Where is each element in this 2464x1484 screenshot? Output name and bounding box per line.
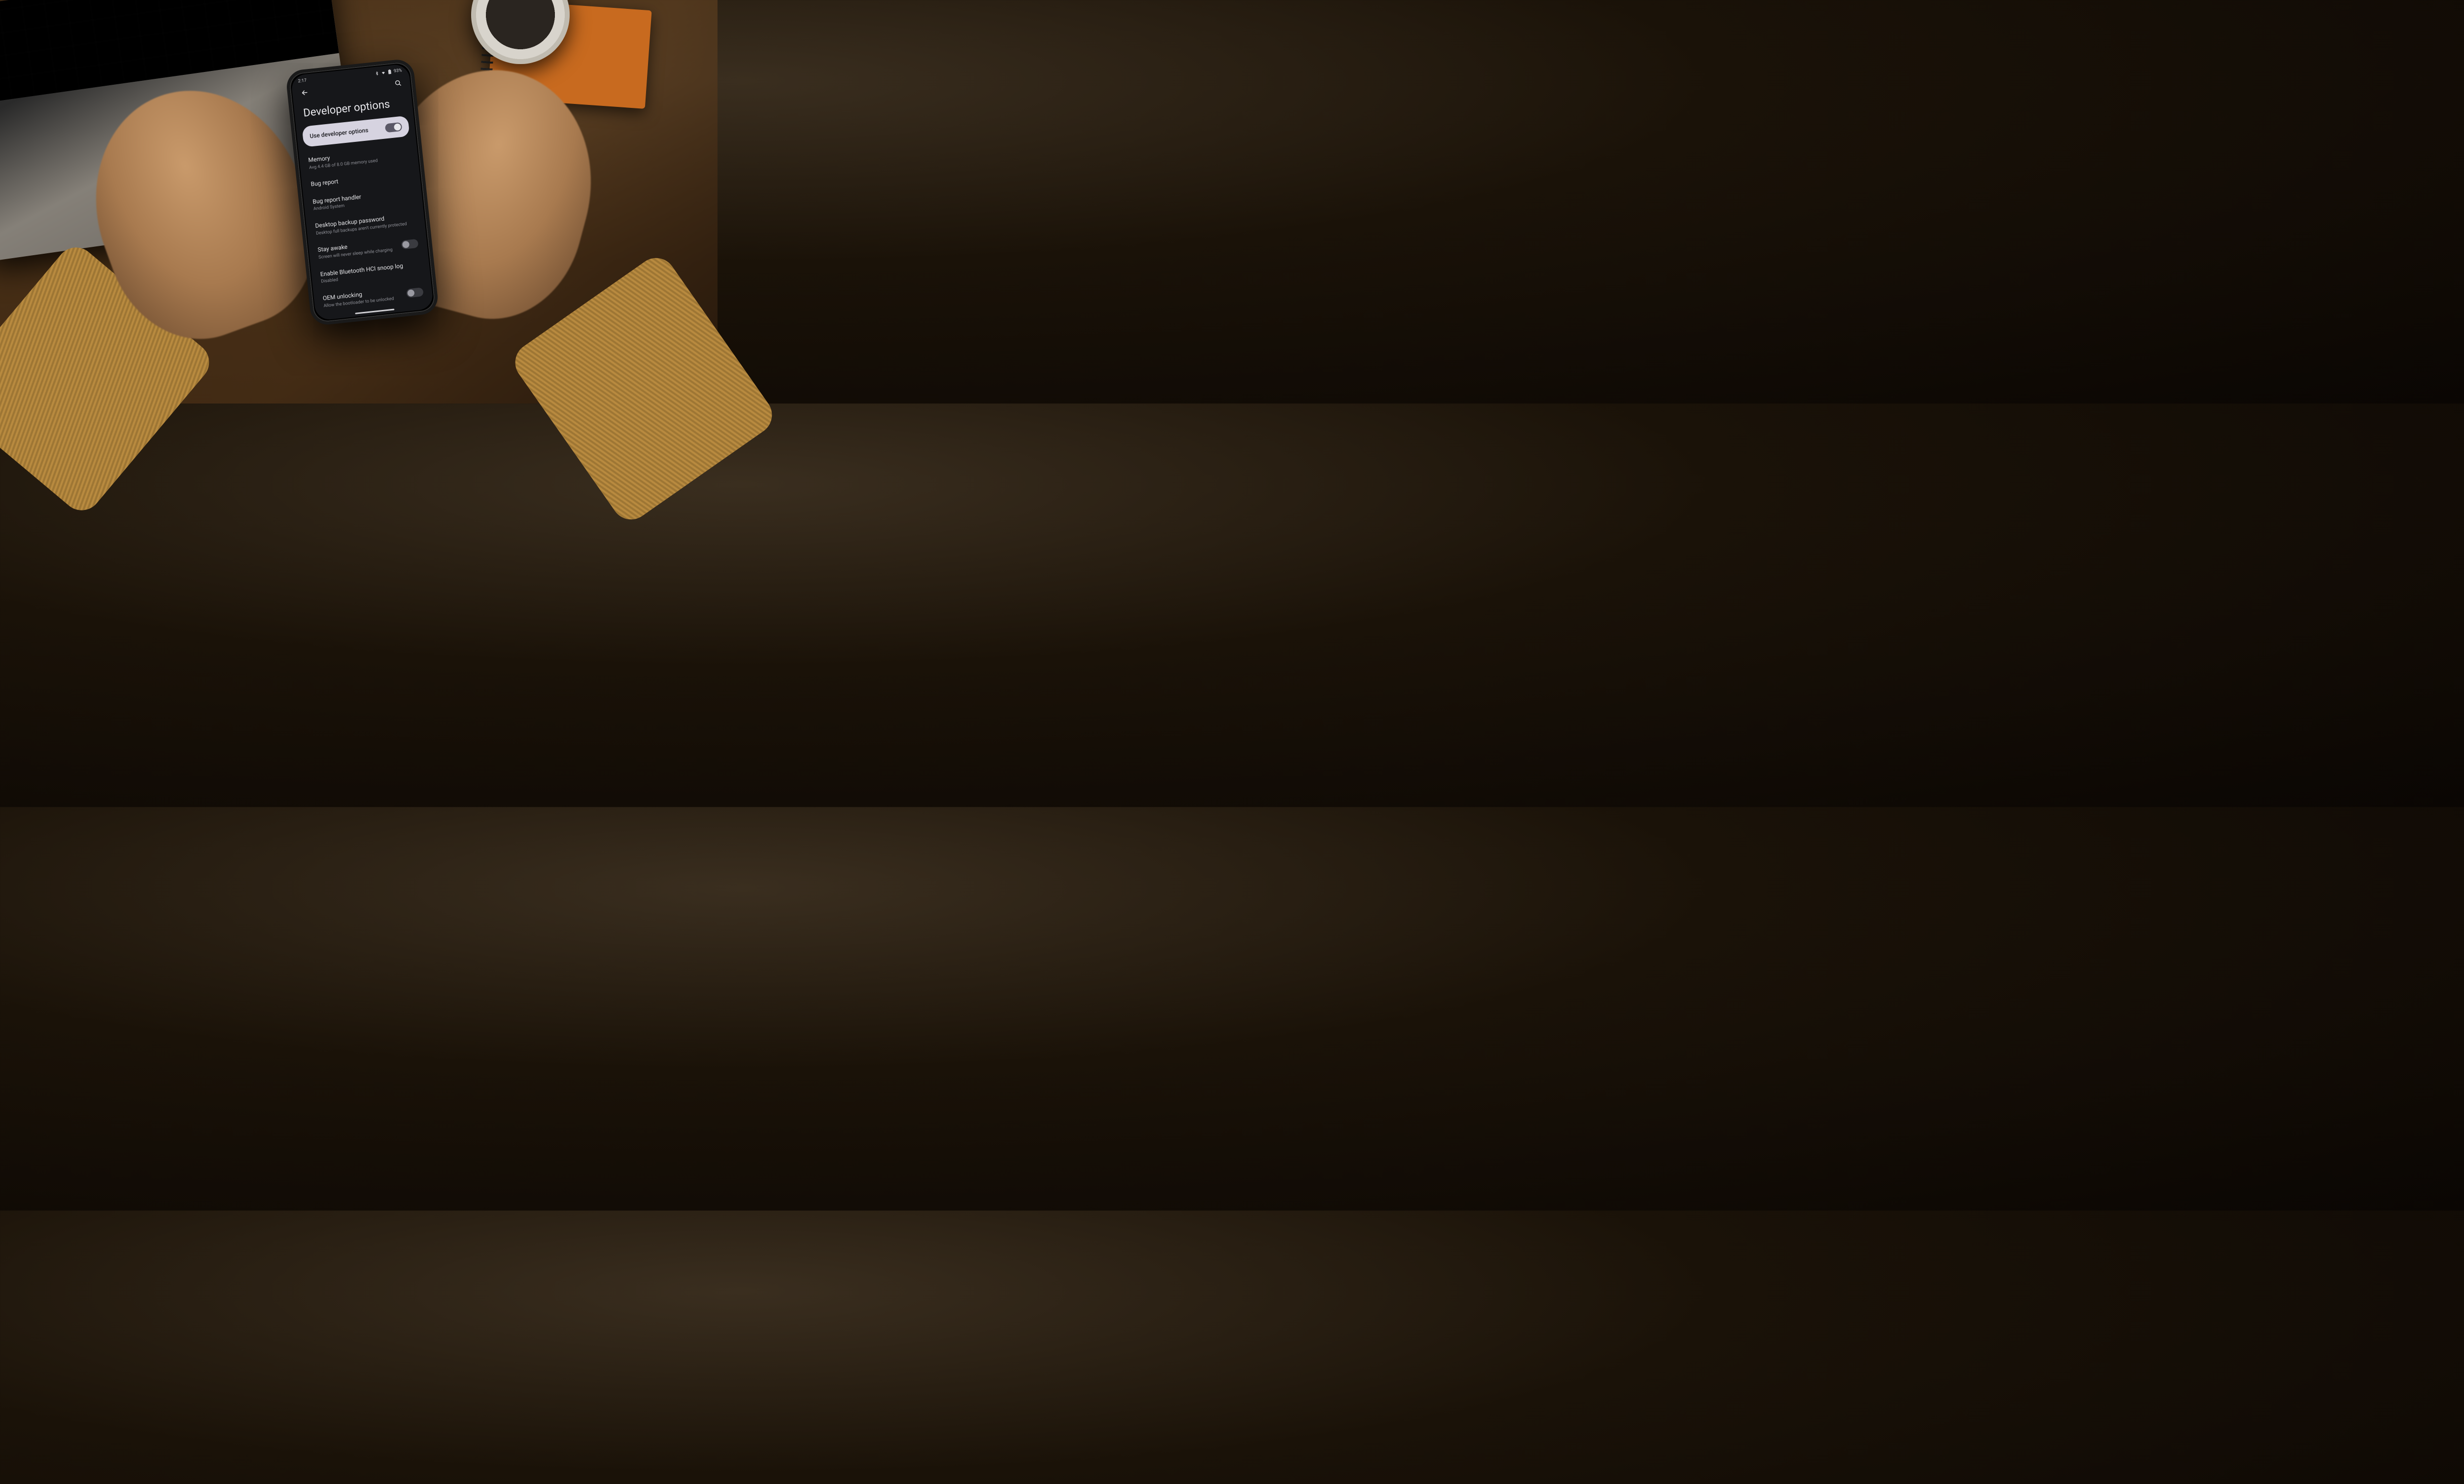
arrow-left-icon	[300, 88, 309, 97]
back-button[interactable]	[299, 87, 310, 99]
phone-screen: 2:17 93% Developer optio	[291, 64, 434, 321]
phone-frame: 2:17 93% Developer optio	[285, 58, 440, 326]
master-toggle-label: Use developer options	[309, 127, 369, 139]
settings-list[interactable]: MemoryAvg 4.4 GB of 8.0 GB memory usedBu…	[299, 140, 434, 321]
search-button[interactable]	[392, 77, 404, 89]
master-toggle-switch[interactable]	[385, 122, 403, 133]
setting-switch-stay-awake[interactable]	[401, 239, 419, 249]
status-time: 2:17	[298, 78, 307, 84]
wifi-icon	[381, 70, 386, 75]
bluetooth-icon	[375, 71, 379, 76]
setting-text: Stay awakeScreen will never sleep while …	[317, 238, 397, 261]
battery-percent: 93%	[393, 68, 402, 74]
setting-switch-oem-unlock[interactable]	[406, 287, 424, 298]
battery-icon	[388, 69, 392, 74]
setting-text: OEM unlockingAllow the bootloader to be …	[322, 287, 402, 309]
search-icon	[394, 79, 402, 87]
